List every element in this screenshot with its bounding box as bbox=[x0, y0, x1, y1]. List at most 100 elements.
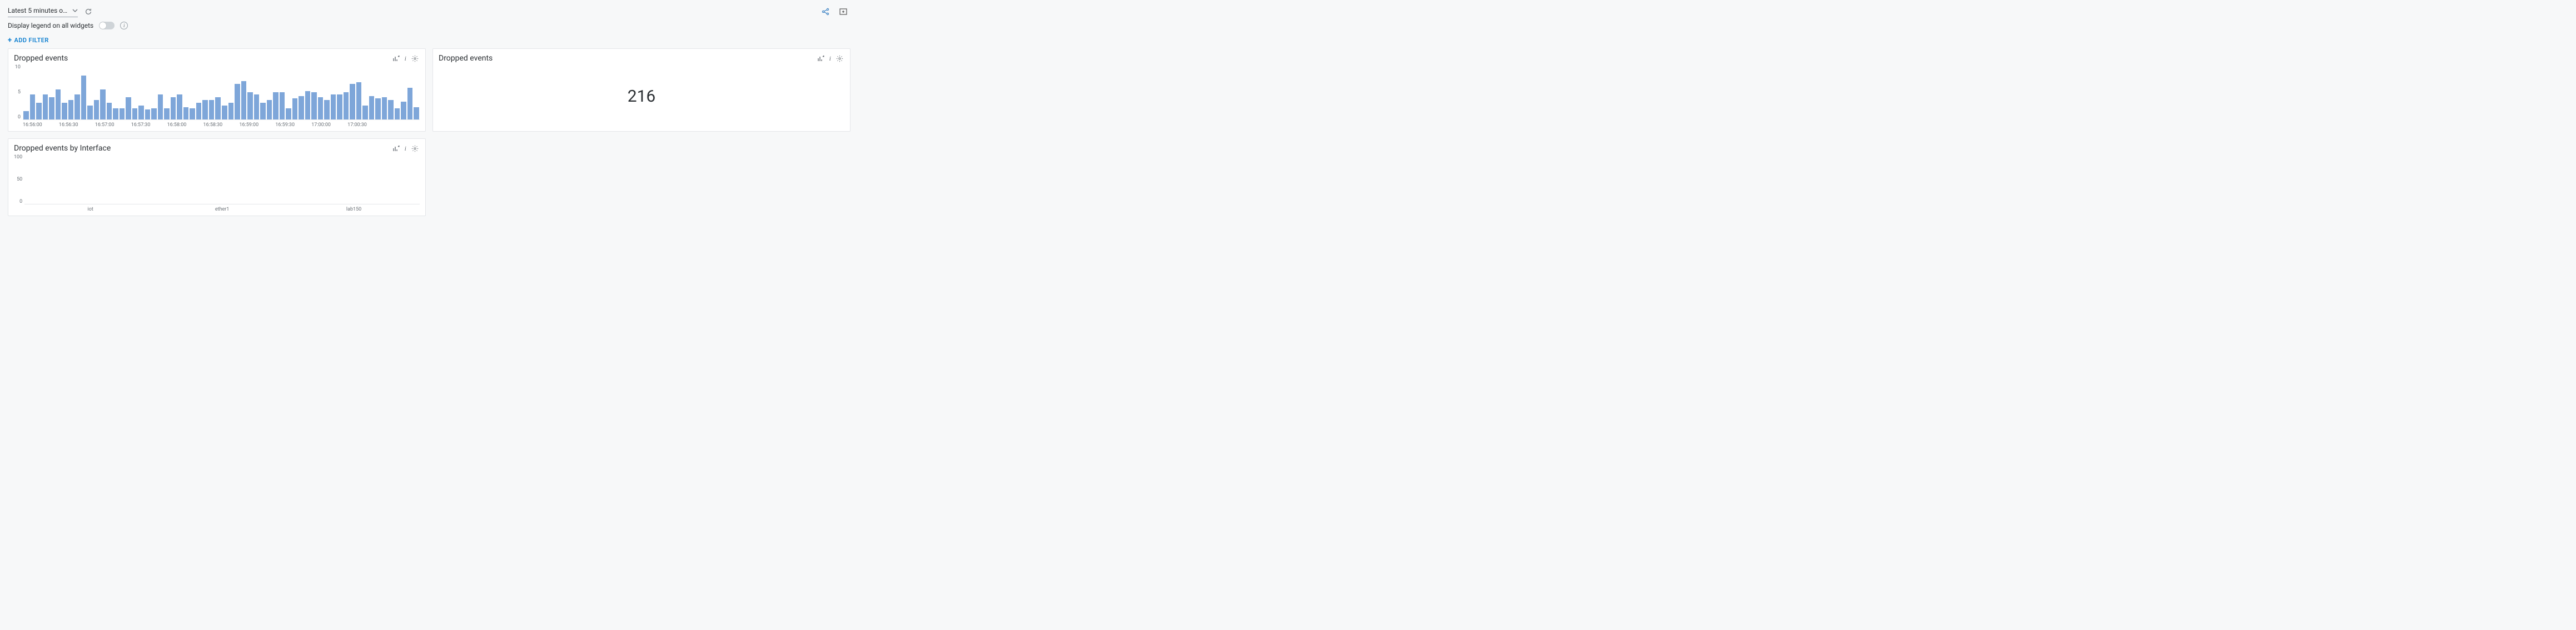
bar bbox=[362, 106, 368, 119]
bar bbox=[331, 94, 336, 119]
bar bbox=[375, 98, 381, 119]
bar bbox=[222, 106, 227, 119]
bar bbox=[94, 100, 100, 119]
gear-icon[interactable] bbox=[834, 53, 844, 63]
info-icon[interactable]: i bbox=[120, 22, 128, 29]
dashboard-page: Latest 5 minutes of d… Display legend on… bbox=[0, 0, 858, 222]
bar bbox=[228, 103, 234, 119]
bar bbox=[369, 96, 375, 119]
chevron-down-icon bbox=[72, 8, 78, 13]
bar bbox=[113, 108, 118, 119]
bars bbox=[23, 64, 420, 119]
bar bbox=[30, 94, 36, 119]
plot bbox=[23, 64, 420, 120]
chart-icon[interactable] bbox=[391, 143, 401, 153]
info-icon[interactable]: i bbox=[405, 54, 406, 63]
x-tick: 16:58:00 bbox=[167, 122, 203, 128]
plot-column: 16:56:0016:56:3016:57:0016:57:3016:58:00… bbox=[23, 64, 420, 128]
bar bbox=[299, 96, 304, 119]
widget-icons: i bbox=[391, 53, 420, 63]
widget-dropped-events-total: Dropped events i 216 bbox=[432, 48, 851, 132]
bar bbox=[138, 106, 144, 119]
widget-title: Dropped events bbox=[439, 54, 493, 63]
bar bbox=[382, 97, 387, 119]
bar bbox=[202, 100, 208, 119]
bar bbox=[100, 89, 106, 119]
bar bbox=[74, 94, 80, 119]
refresh-icon[interactable] bbox=[83, 7, 93, 17]
gear-icon[interactable] bbox=[410, 143, 420, 153]
bar bbox=[183, 107, 189, 119]
bar bbox=[177, 94, 182, 119]
bar bbox=[158, 94, 163, 119]
bar bbox=[395, 108, 400, 119]
time-range-label: Latest 5 minutes of d… bbox=[8, 7, 69, 14]
bar bbox=[145, 109, 151, 119]
bar bbox=[151, 108, 157, 119]
bar bbox=[120, 108, 125, 119]
toolbar-left: Latest 5 minutes of d… bbox=[8, 6, 93, 17]
bar bbox=[107, 103, 112, 119]
x-tick: 16:58:30 bbox=[203, 122, 240, 128]
y-tick: 10 bbox=[14, 64, 21, 70]
y-tick: 100 bbox=[14, 154, 22, 160]
x-tick bbox=[384, 122, 420, 128]
bar bbox=[292, 98, 298, 119]
y-tick: 5 bbox=[14, 89, 21, 95]
x-tick: 16:57:00 bbox=[95, 122, 131, 128]
bar bbox=[414, 107, 419, 119]
time-range-select[interactable]: Latest 5 minutes of d… bbox=[8, 6, 78, 17]
x-axis: 16:56:0016:56:3016:57:0016:57:3016:58:00… bbox=[23, 120, 420, 128]
share-icon[interactable] bbox=[820, 7, 831, 17]
bar bbox=[196, 103, 202, 119]
chart-icon[interactable] bbox=[816, 53, 826, 63]
bar bbox=[305, 91, 311, 119]
big-number-value: 216 bbox=[439, 64, 844, 128]
bar bbox=[344, 92, 349, 120]
bar bbox=[171, 97, 176, 119]
widget-icons: i bbox=[391, 143, 420, 153]
info-icon[interactable]: i bbox=[405, 144, 406, 153]
info-icon[interactable]: i bbox=[829, 54, 831, 63]
expand-icon[interactable] bbox=[838, 7, 848, 17]
x-tick: 17:00:00 bbox=[311, 122, 347, 128]
bar bbox=[132, 108, 138, 119]
bar bbox=[247, 92, 253, 120]
bar bbox=[286, 108, 291, 119]
bar bbox=[23, 111, 29, 119]
chart-icon[interactable] bbox=[391, 53, 401, 63]
widget-header: Dropped events i bbox=[14, 53, 420, 63]
plot-column: iotether1lab150 bbox=[24, 154, 420, 212]
bar bbox=[273, 92, 279, 120]
y-tick: 50 bbox=[14, 177, 22, 182]
x-axis: iotether1lab150 bbox=[24, 204, 420, 212]
x-tick: 16:56:30 bbox=[59, 122, 95, 128]
widgets-row-2: Dropped events by Interface i 100500 bbox=[8, 138, 851, 216]
widget-icons: i bbox=[816, 53, 844, 63]
gear-icon[interactable] bbox=[410, 53, 420, 63]
chart-area: 100500 iotether1lab150 bbox=[14, 154, 420, 212]
y-tick: 0 bbox=[14, 114, 21, 120]
add-filter-button[interactable]: + ADD FILTER bbox=[8, 34, 49, 48]
bar bbox=[388, 100, 394, 119]
bar bbox=[401, 102, 406, 119]
widget-title: Dropped events by Interface bbox=[14, 144, 111, 153]
add-filter-label: ADD FILTER bbox=[14, 37, 48, 44]
x-tick: 16:57:30 bbox=[131, 122, 167, 128]
widget-title: Dropped events bbox=[14, 54, 68, 63]
bar bbox=[337, 94, 342, 119]
plot bbox=[24, 154, 420, 204]
legend-toggle[interactable] bbox=[99, 22, 115, 29]
x-tick: ether1 bbox=[156, 207, 288, 212]
bar bbox=[43, 94, 48, 119]
bar bbox=[267, 100, 272, 119]
y-axis: 100500 bbox=[14, 154, 24, 212]
bar bbox=[126, 97, 131, 119]
widget-dropped-events-ts: Dropped events i 1050 16:5 bbox=[8, 48, 426, 132]
x-tick: 17:00:30 bbox=[347, 122, 384, 128]
bar bbox=[49, 97, 54, 119]
bar bbox=[190, 108, 195, 119]
bar bbox=[62, 103, 67, 119]
widget-header: Dropped events i bbox=[439, 53, 844, 63]
bar bbox=[36, 103, 42, 119]
